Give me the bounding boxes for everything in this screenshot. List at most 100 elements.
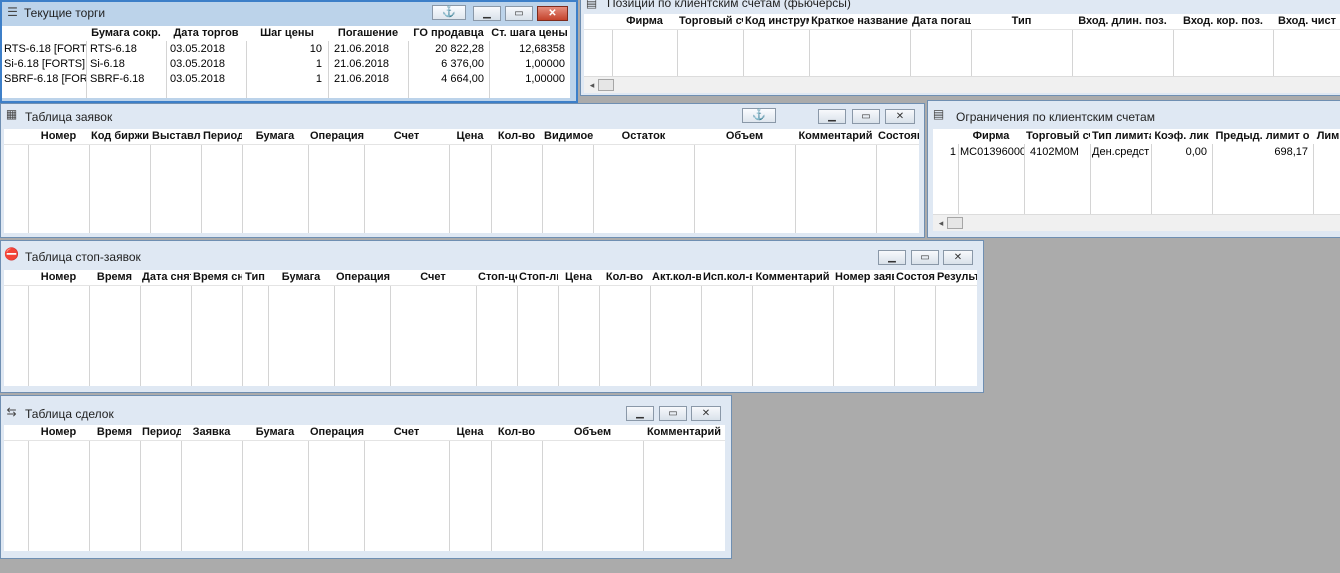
column-header[interactable]: Бумага — [268, 270, 334, 285]
column-header[interactable] — [4, 425, 28, 440]
column-header[interactable]: Код биржи — [89, 129, 150, 144]
column-header[interactable]: Лим — [1313, 129, 1340, 144]
limits-table[interactable]: Фирма Торговый счет Тип лимита Коэф. лик… — [933, 129, 1340, 231]
scroll-thumb[interactable] — [598, 79, 614, 91]
window-title-bar[interactable]: ▤ Позиции по клиентским счетам (фьючерсы… — [581, 0, 1340, 15]
column-header[interactable]: Время — [89, 425, 140, 440]
window-client-limits[interactable]: ▤ Ограничения по клиентским счетам Фирма… — [927, 100, 1340, 238]
close-button[interactable]: ✕ — [943, 250, 973, 265]
column-header[interactable]: Коэф. лик — [1151, 129, 1212, 144]
column-header[interactable]: Цена — [449, 129, 491, 144]
window-positions-futures[interactable]: ▤ Позиции по клиентским счетам (фьючерсы… — [580, 0, 1340, 96]
column-header[interactable]: Номер заявки — [833, 270, 894, 285]
scroll-thumb[interactable] — [947, 217, 963, 229]
column-header[interactable] — [2, 26, 86, 41]
column-header[interactable]: Комментарий — [752, 270, 833, 285]
horizontal-scrollbar[interactable]: ◂ — [584, 76, 1340, 93]
column-header[interactable]: Состояние — [894, 270, 935, 285]
column-header[interactable]: Дата снятия — [140, 270, 191, 285]
window-title-bar[interactable]: ⛔ Таблица стоп-заявок ▁ ▭ ✕ — [1, 241, 983, 265]
anchor-icon[interactable]: ⚓ — [742, 108, 776, 123]
column-header[interactable]: Время — [89, 270, 140, 285]
horizontal-scrollbar[interactable]: ◂ — [933, 214, 1340, 231]
column-header[interactable]: Объем — [542, 425, 643, 440]
column-header[interactable]: Бумага — [242, 425, 308, 440]
column-header[interactable]: ГО продавца — [408, 26, 489, 41]
table-row[interactable]: 1 MC01396000 4102M0M Ден.средст 0,00 698… — [933, 145, 1340, 160]
maximize-button[interactable]: ▭ — [852, 109, 880, 124]
column-header[interactable] — [4, 270, 28, 285]
column-header[interactable]: Исп.кол-во — [701, 270, 752, 285]
column-header[interactable]: Счет — [364, 129, 449, 144]
window-orders[interactable]: ▦ Таблица заявок ⚓ ▁ ▭ ✕ Номер Код биржи… — [0, 103, 925, 238]
column-header[interactable]: Ст. шага цены — [489, 26, 570, 41]
table-row[interactable]: Si-6.18 [FORTS] Si-6.18 03.05.2018 1 21.… — [2, 57, 570, 72]
deals-table[interactable]: Номер Время Период Заявка Бумага Операци… — [4, 425, 725, 551]
column-header[interactable]: Вход. кор. поз. — [1173, 14, 1273, 29]
column-header[interactable]: Номер — [28, 270, 89, 285]
column-header[interactable]: Вход. длин. поз. — [1072, 14, 1173, 29]
column-header[interactable]: Номер — [28, 425, 89, 440]
column-header[interactable]: Краткое название — [809, 14, 910, 29]
maximize-button[interactable]: ▭ — [659, 406, 687, 421]
column-header[interactable]: Кол-во — [491, 129, 542, 144]
column-header[interactable]: Состояние — [876, 129, 919, 144]
column-header[interactable]: Тип лимита — [1090, 129, 1151, 144]
minimize-button[interactable]: ▁ — [626, 406, 654, 421]
stop-orders-table[interactable]: Номер Время Дата снятия Время снятия Тип… — [4, 270, 977, 386]
window-stop-orders[interactable]: ⛔ Таблица стоп-заявок ▁ ▭ ✕ Номер Время … — [0, 240, 984, 393]
column-header[interactable]: Заявка — [181, 425, 242, 440]
close-button[interactable]: ✕ — [537, 6, 568, 21]
window-title-bar[interactable]: ▤ Ограничения по клиентским счетам — [928, 101, 1340, 124]
column-header[interactable]: Стоп-цена — [476, 270, 517, 285]
column-header[interactable]: Операция — [308, 129, 364, 144]
orders-table[interactable]: Номер Код биржи Выставлена Период Бумага… — [4, 129, 919, 233]
column-header[interactable]: Шаг цены — [246, 26, 328, 41]
column-header[interactable]: Комментарий — [643, 425, 725, 440]
column-header[interactable]: Счет — [364, 425, 449, 440]
column-header[interactable]: Тип — [242, 270, 268, 285]
column-header[interactable] — [4, 129, 28, 144]
column-header[interactable]: Код инструмента — [743, 14, 809, 29]
scroll-left-icon[interactable]: ◂ — [935, 215, 947, 231]
window-current-trades[interactable]: ☰ Текущие торги ⚓ ▁ ▭ ✕ Бумага сокр. Дат… — [0, 0, 578, 103]
column-header[interactable]: Период — [201, 129, 242, 144]
column-header[interactable]: Тип — [971, 14, 1072, 29]
trades-table[interactable]: Бумага сокр. Дата торгов Шаг цены Погаше… — [2, 26, 570, 98]
column-header[interactable]: Фирма — [612, 14, 677, 29]
column-header[interactable]: Бумага — [242, 129, 308, 144]
column-header[interactable]: Номер — [28, 129, 89, 144]
column-header[interactable]: Торговый счет — [1024, 129, 1090, 144]
column-header[interactable]: Стоп-лимит — [517, 270, 558, 285]
column-header[interactable]: Предыд. лимит о — [1212, 129, 1313, 144]
column-header[interactable]: Дата торгов — [166, 26, 246, 41]
column-header[interactable]: Выставлена — [150, 129, 201, 144]
column-header[interactable]: Период — [140, 425, 181, 440]
column-header[interactable]: Время снятия — [191, 270, 242, 285]
column-header[interactable]: Вход. чист — [1273, 14, 1340, 29]
column-header[interactable]: Цена — [558, 270, 599, 285]
maximize-button[interactable]: ▭ — [911, 250, 939, 265]
minimize-button[interactable]: ▁ — [473, 6, 501, 21]
column-header[interactable]: Бумага сокр. — [86, 26, 166, 41]
column-header[interactable]: Цена — [449, 425, 491, 440]
column-header[interactable]: Операция — [308, 425, 364, 440]
column-header[interactable]: Погашение — [328, 26, 408, 41]
close-button[interactable]: ✕ — [885, 109, 915, 124]
minimize-button[interactable]: ▁ — [878, 250, 906, 265]
column-header[interactable]: Фирма — [958, 129, 1024, 144]
column-header[interactable]: Остаток — [593, 129, 694, 144]
minimize-button[interactable]: ▁ — [818, 109, 846, 124]
window-deals[interactable]: ⇆ Таблица сделок ▁ ▭ ✕ Номер Время Перио… — [0, 395, 732, 559]
column-header[interactable] — [933, 129, 958, 144]
column-header[interactable]: Торговый счет — [677, 14, 743, 29]
column-header[interactable]: Кол-во — [599, 270, 650, 285]
close-button[interactable]: ✕ — [691, 406, 721, 421]
column-header[interactable]: Операция — [334, 270, 390, 285]
column-header[interactable]: Счет — [390, 270, 476, 285]
maximize-button[interactable]: ▭ — [505, 6, 533, 21]
table-row[interactable]: SBRF-6.18 [FORTS] SBRF-6.18 03.05.2018 1… — [2, 72, 570, 87]
table-row[interactable]: RTS-6.18 [FORTS] RTS-6.18 03.05.2018 10 … — [2, 42, 570, 57]
window-title-bar[interactable]: ⇆ Таблица сделок ▁ ▭ ✕ — [1, 396, 731, 421]
column-header[interactable]: Результат — [935, 270, 977, 285]
